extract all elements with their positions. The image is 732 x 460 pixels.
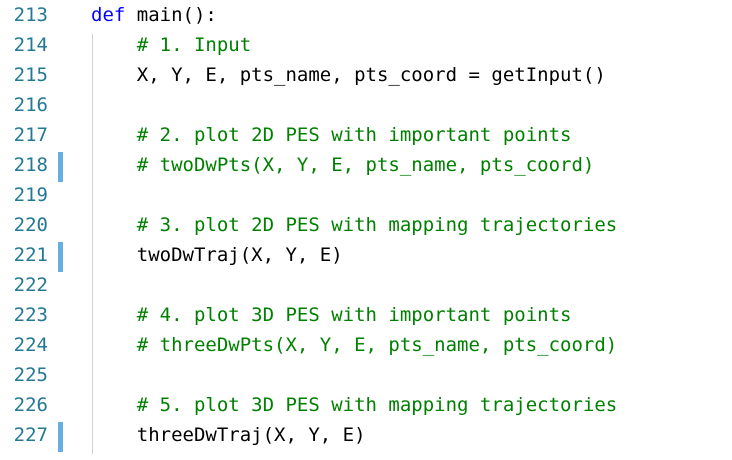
- code-text[interactable]: # twoDwPts(X, Y, E, pts_name, pts_coord): [91, 150, 595, 180]
- line-number: 224: [13, 334, 48, 356]
- line-number: 213: [13, 4, 48, 26]
- code-text[interactable]: # 5. plot 3D PES with mapping trajectori…: [91, 390, 617, 420]
- code-content: main():: [125, 4, 217, 26]
- line-number: 215: [13, 64, 48, 86]
- comment: # 2. plot 2D PES with important points: [136, 124, 572, 146]
- line-number: 222: [13, 274, 48, 296]
- code-line[interactable]: 224 # threeDwPts(X, Y, E, pts_name, pts_…: [0, 330, 732, 360]
- line-number: 217: [13, 124, 48, 146]
- code-text[interactable]: twoDwTraj(X, Y, E): [91, 240, 343, 270]
- keyword-def: def: [91, 4, 126, 26]
- code-editor[interactable]: 213 def main(): 214 # 1. Input 215 X, Y,…: [0, 0, 732, 460]
- modified-line-marker[interactable]: [58, 242, 63, 272]
- line-number: 223: [13, 304, 48, 326]
- code-line[interactable]: 222: [0, 270, 732, 300]
- code-content: twoDwTraj(X, Y, E): [136, 244, 343, 266]
- code-text[interactable]: threeDwTraj(X, Y, E): [91, 420, 366, 450]
- code-content: X, Y, E, pts_name, pts_coord = getInput(…: [136, 64, 606, 86]
- comment: # 5. plot 3D PES with mapping trajectori…: [136, 394, 618, 416]
- code-content: threeDwTraj(X, Y, E): [136, 424, 366, 446]
- line-number: 220: [13, 214, 48, 236]
- code-text[interactable]: X, Y, E, pts_name, pts_coord = getInput(…: [91, 60, 606, 90]
- line-number: 216: [13, 94, 48, 116]
- code-text[interactable]: # 2. plot 2D PES with important points: [91, 120, 572, 150]
- code-line[interactable]: 213 def main():: [0, 0, 732, 30]
- line-number: 225: [13, 364, 48, 386]
- code-text[interactable]: # threeDwPts(X, Y, E, pts_name, pts_coor…: [91, 330, 617, 360]
- code-line[interactable]: 217 # 2. plot 2D PES with important poin…: [0, 120, 732, 150]
- comment: # 4. plot 3D PES with important points: [136, 304, 572, 326]
- line-number: 219: [13, 184, 48, 206]
- code-line[interactable]: 219: [0, 180, 732, 210]
- comment: # threeDwPts(X, Y, E, pts_name, pts_coor…: [136, 334, 618, 356]
- comment: # 3. plot 2D PES with mapping trajectori…: [136, 214, 618, 236]
- line-number: 227: [13, 424, 48, 446]
- line-number: 221: [13, 244, 48, 266]
- code-line[interactable]: 214 # 1. Input: [0, 30, 732, 60]
- code-line[interactable]: 223 # 4. plot 3D PES with important poin…: [0, 300, 732, 330]
- code-text[interactable]: # 4. plot 3D PES with important points: [91, 300, 572, 330]
- comment: # twoDwPts(X, Y, E, pts_name, pts_coord): [136, 154, 595, 176]
- code-text[interactable]: # 1. Input: [91, 30, 251, 60]
- code-line[interactable]: 218 # twoDwPts(X, Y, E, pts_name, pts_co…: [0, 150, 732, 182]
- code-text[interactable]: # 3. plot 2D PES with mapping trajectori…: [91, 210, 617, 240]
- code-line[interactable]: 221 twoDwTraj(X, Y, E): [0, 240, 732, 272]
- modified-line-marker[interactable]: [58, 152, 63, 182]
- comment: # 1. Input: [136, 34, 252, 56]
- code-line[interactable]: 227 threeDwTraj(X, Y, E): [0, 420, 732, 452]
- modified-line-marker[interactable]: [58, 422, 63, 452]
- line-number: 218: [13, 154, 48, 176]
- code-line[interactable]: 226 # 5. plot 3D PES with mapping trajec…: [0, 390, 732, 420]
- code-line[interactable]: 215 X, Y, E, pts_name, pts_coord = getIn…: [0, 60, 732, 90]
- code-line[interactable]: 225: [0, 360, 732, 390]
- line-number: 214: [13, 34, 48, 56]
- code-line[interactable]: 216: [0, 90, 732, 120]
- line-number: 226: [13, 394, 48, 416]
- code-line[interactable]: 220 # 3. plot 2D PES with mapping trajec…: [0, 210, 732, 240]
- code-text[interactable]: def main():: [91, 0, 217, 30]
